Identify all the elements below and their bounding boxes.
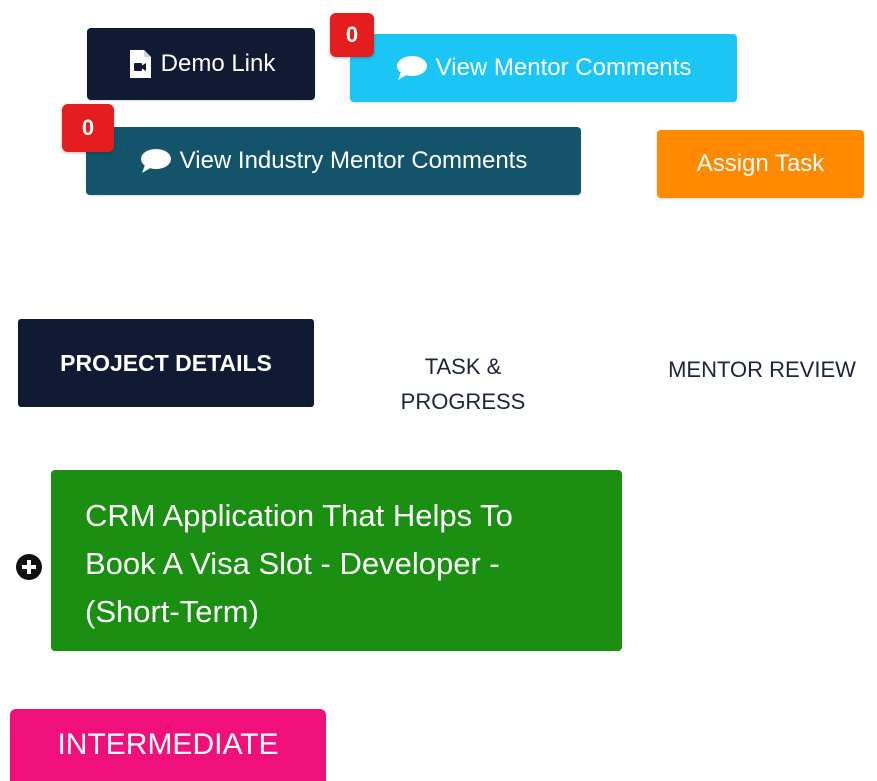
tab-mentor-review-label: MENTOR REVIEW — [668, 357, 856, 383]
project-title-card: CRM Application That Helps To Book A Vis… — [51, 470, 622, 651]
view-industry-mentor-comments-button[interactable]: View Industry Mentor Comments — [86, 127, 581, 195]
project-title: CRM Application That Helps To Book A Vis… — [85, 498, 513, 629]
mentor-comments-count-badge: 0 — [330, 13, 374, 57]
view-mentor-comments-label: View Mentor Comments — [435, 54, 692, 81]
view-mentor-comments-button[interactable]: View Mentor Comments — [350, 34, 737, 102]
assign-task-label: Assign Task — [696, 150, 825, 177]
speech-bubble-icon — [140, 148, 172, 174]
tab-project-details[interactable]: PROJECT DETAILS — [18, 319, 314, 407]
tab-task-progress[interactable]: TASK & PROGRESS — [380, 345, 546, 423]
demo-link-label: Demo Link — [160, 50, 276, 77]
tab-task-progress-label: TASK & PROGRESS — [400, 353, 526, 414]
difficulty-level-label: INTERMEDIATE — [57, 728, 279, 761]
assign-task-button[interactable]: Assign Task — [657, 130, 864, 198]
industry-mentor-comments-count-badge: 0 — [62, 104, 114, 152]
project-page: Demo Link View Mentor Comments 0 View In… — [0, 0, 877, 781]
difficulty-level-badge: INTERMEDIATE — [10, 709, 326, 781]
plus-circle-icon[interactable] — [16, 554, 42, 580]
tab-project-details-label: PROJECT DETAILS — [60, 349, 272, 376]
view-industry-mentor-comments-label: View Industry Mentor Comments — [179, 147, 528, 174]
video-file-icon — [127, 49, 153, 79]
speech-bubble-icon — [396, 55, 428, 81]
demo-link-button[interactable]: Demo Link — [87, 28, 315, 100]
tab-mentor-review[interactable]: MENTOR REVIEW — [648, 350, 876, 390]
